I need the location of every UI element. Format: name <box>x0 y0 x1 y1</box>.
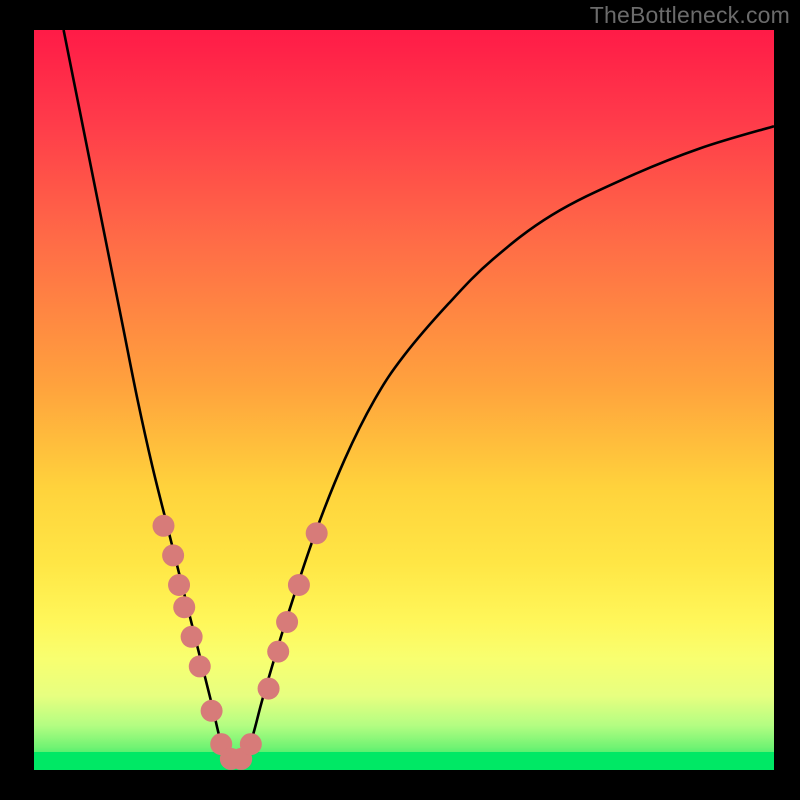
plot-area <box>34 30 774 770</box>
chart-svg <box>34 30 774 770</box>
data-dots <box>153 515 328 770</box>
watermark-text: TheBottleneck.com <box>590 2 790 29</box>
data-dot <box>181 626 203 648</box>
data-dot <box>240 733 262 755</box>
data-dot <box>288 574 310 596</box>
curve-right <box>234 126 774 762</box>
data-dot <box>276 611 298 633</box>
data-dot <box>162 544 184 566</box>
data-dot <box>189 655 211 677</box>
data-dot <box>168 574 190 596</box>
data-dot <box>173 596 195 618</box>
data-dot <box>306 522 328 544</box>
data-dot <box>201 700 223 722</box>
data-dot <box>153 515 175 537</box>
data-dot <box>258 678 280 700</box>
data-dot <box>267 641 289 663</box>
curve-left <box>64 30 234 763</box>
outer-frame: TheBottleneck.com <box>0 0 800 800</box>
